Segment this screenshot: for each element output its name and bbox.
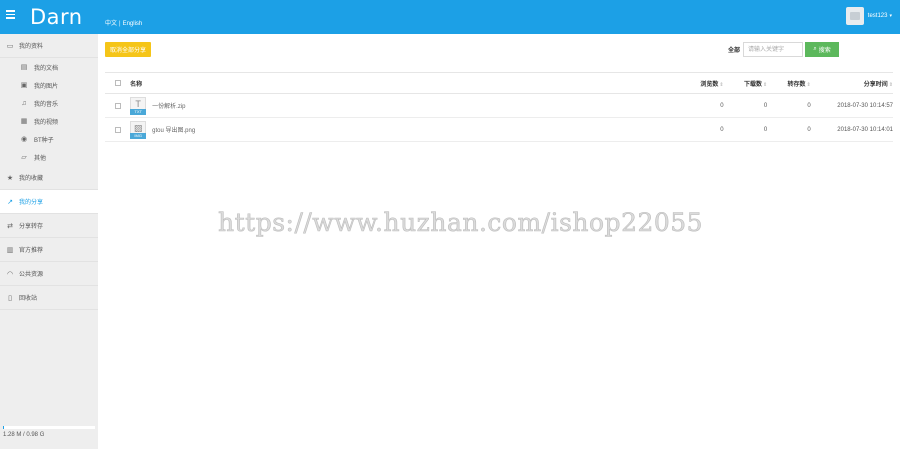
sidebar-item-10[interactable]: ▥ 官方推荐 xyxy=(0,238,98,262)
table-row[interactable]: ▨ IMG gtou 导出图.png 0 0 0 2018-07-30 10:14:01 xyxy=(105,118,893,142)
views-count: 0 xyxy=(720,102,724,109)
file-type-tag: IMG xyxy=(130,132,147,139)
user-menu[interactable]: test123 ▾ xyxy=(845,7,892,25)
sidebar-item-label: 我的分享 xyxy=(19,200,44,206)
transfer-icon: ⇄ xyxy=(7,222,13,230)
sidebar-item-9[interactable]: ⇄ 分享转存 xyxy=(0,214,98,238)
search-button[interactable]: ⌕ 搜索 xyxy=(805,42,840,57)
chevron-down-icon[interactable]: ▾ xyxy=(889,13,892,19)
sidebar-item-label: 其他 xyxy=(34,155,47,162)
col-saves-header[interactable]: 转存数⇕ xyxy=(767,79,811,88)
search-bar: 全部 ⌕搜索 xyxy=(728,42,840,57)
lang-separator: | xyxy=(119,21,121,27)
rss-icon: ◠ xyxy=(6,270,14,278)
sidebar-item-label: 我的收藏 xyxy=(19,176,44,182)
avatar[interactable] xyxy=(845,7,864,25)
trash-icon: ▯ xyxy=(8,294,12,302)
sidebar-item-label: 官方推荐 xyxy=(19,248,44,254)
sidebar-item-label: 我的文档 xyxy=(34,65,59,72)
sidebar-item-1[interactable]: ▤ 我的文档 xyxy=(0,58,98,76)
sidebar-item-5[interactable]: ◉ BT种子 xyxy=(0,130,98,148)
views-count: 0 xyxy=(720,126,724,133)
share-time: 2018-07-30 10:14:01 xyxy=(837,126,893,133)
select-all-checkbox[interactable] xyxy=(114,80,121,86)
col-time-label: 分享时间 xyxy=(863,81,888,88)
share-table: 名称 浏览数⇕ 下载数⇕ 转存数⇕ 分享时间⇕ T TXT 一份解析.zip 0 0 0 2… xyxy=(105,72,893,142)
table-body: T TXT 一份解析.zip 0 0 0 2018-07-30 10:14:57 ▨ IMG gt… xyxy=(105,94,893,142)
col-downloads-label: 下载数 xyxy=(743,81,762,88)
hamburger-menu-icon[interactable] xyxy=(6,10,15,19)
search-icon: ⌕ xyxy=(813,46,817,52)
sort-icon[interactable]: ⇕ xyxy=(889,82,893,88)
col-name-header[interactable]: 名称 xyxy=(130,79,672,88)
downloads-count: 0 xyxy=(763,126,768,133)
storage-text: 1.28 M / 0.98 G xyxy=(3,432,45,438)
star-icon: ★ xyxy=(6,174,14,182)
col-saves-label: 转存数 xyxy=(787,81,806,88)
search-scope[interactable]: 全部 xyxy=(728,45,740,54)
music-icon: ♫ xyxy=(21,99,27,107)
sidebar-nav: ▭ 我的资料 ▤ 我的文档 ▣ 我的图片 ♫ 我的音乐 ▦ 我的视频 ◉ BT种子 ▱ 其他 ★ 我的收藏 ↗ 我… xyxy=(0,34,98,310)
username[interactable]: test123 xyxy=(868,13,888,19)
document-icon: ▤ xyxy=(20,64,28,71)
share-time: 2018-07-30 10:14:57 xyxy=(837,102,893,109)
sidebar-item-label: BT种子 xyxy=(34,137,54,144)
saves-count: 0 xyxy=(807,102,811,109)
watermark: https://www.huzhan.com/ishop22055 xyxy=(218,208,704,238)
file-name-link[interactable]: gtou 导出图.png xyxy=(152,125,195,134)
recommend-icon: ▥ xyxy=(6,246,14,254)
saves-count: 0 xyxy=(807,126,811,133)
search-input[interactable] xyxy=(743,42,804,57)
search-button-label: 搜索 xyxy=(818,48,831,54)
sidebar-item-3[interactable]: ♫ 我的音乐 xyxy=(0,94,98,112)
lang-en-link[interactable]: English xyxy=(123,21,143,27)
sidebar-item-label: 公共资源 xyxy=(19,272,44,278)
share-icon: ↗ xyxy=(7,198,13,206)
file-name-link[interactable]: 一份解析.zip xyxy=(152,101,185,110)
sidebar-item-label: 回收站 xyxy=(19,296,38,302)
sidebar-item-label: 我的资料 xyxy=(19,44,44,50)
downloads-count: 0 xyxy=(763,102,768,109)
col-downloads-header[interactable]: 下载数⇕ xyxy=(724,79,767,88)
lang-zh-link[interactable]: 中文 xyxy=(105,21,117,27)
video-icon: ▦ xyxy=(20,118,28,125)
sidebar-item-6[interactable]: ▱ 其他 xyxy=(0,148,98,166)
sidebar-item-0[interactable]: ▭ 我的资料 xyxy=(0,34,98,58)
image-file-icon: ▨ IMG xyxy=(130,120,147,139)
row-checkbox[interactable] xyxy=(114,126,121,133)
sidebar-item-label: 我的视频 xyxy=(34,119,59,126)
sidebar-item-12[interactable]: ▯ 回收站 xyxy=(0,286,98,310)
folder-open-icon: ▱ xyxy=(21,154,27,161)
top-bar: Darn 中文 | English test123 ▾ xyxy=(0,0,900,34)
table-row[interactable]: T TXT 一份解析.zip 0 0 0 2018-07-30 10:14:57 xyxy=(105,94,893,118)
cancel-all-shares-button[interactable]: 取消全部分享 xyxy=(105,42,151,57)
sidebar-item-11[interactable]: ◠ 公共资源 xyxy=(0,262,98,286)
sidebar: ▭ 我的资料 ▤ 我的文档 ▣ 我的图片 ♫ 我的音乐 ▦ 我的视频 ◉ BT种子 ▱ 其他 ★ 我的收藏 ↗ 我… xyxy=(0,34,98,449)
folder-icon: ▭ xyxy=(6,42,14,50)
col-time-header[interactable]: 分享时间⇕ xyxy=(811,79,893,88)
sidebar-item-label: 我的图片 xyxy=(34,83,59,90)
col-views-label: 浏览数 xyxy=(700,81,719,88)
storage-usage: 1.28 M / 0.98 G xyxy=(0,426,98,444)
sidebar-item-7[interactable]: ★ 我的收藏 xyxy=(0,166,98,190)
sidebar-item-label: 我的音乐 xyxy=(34,101,59,108)
text-file-icon: T TXT xyxy=(130,96,147,115)
torrent-icon: ◉ xyxy=(20,136,28,143)
row-checkbox[interactable] xyxy=(114,102,121,109)
table-header: 名称 浏览数⇕ 下载数⇕ 转存数⇕ 分享时间⇕ xyxy=(105,72,893,94)
sidebar-item-8[interactable]: ↗ 我的分享 xyxy=(0,190,98,214)
sidebar-item-4[interactable]: ▦ 我的视频 xyxy=(0,112,98,130)
sidebar-item-label: 分享转存 xyxy=(19,224,44,230)
language-switcher: 中文 | English xyxy=(105,18,142,27)
logo[interactable]: Darn xyxy=(30,1,83,33)
storage-bar xyxy=(3,426,95,429)
image-icon: ▣ xyxy=(20,82,28,89)
col-views-header[interactable]: 浏览数⇕ xyxy=(672,79,723,88)
file-type-tag: TXT xyxy=(130,108,147,115)
sidebar-item-2[interactable]: ▣ 我的图片 xyxy=(0,76,98,94)
